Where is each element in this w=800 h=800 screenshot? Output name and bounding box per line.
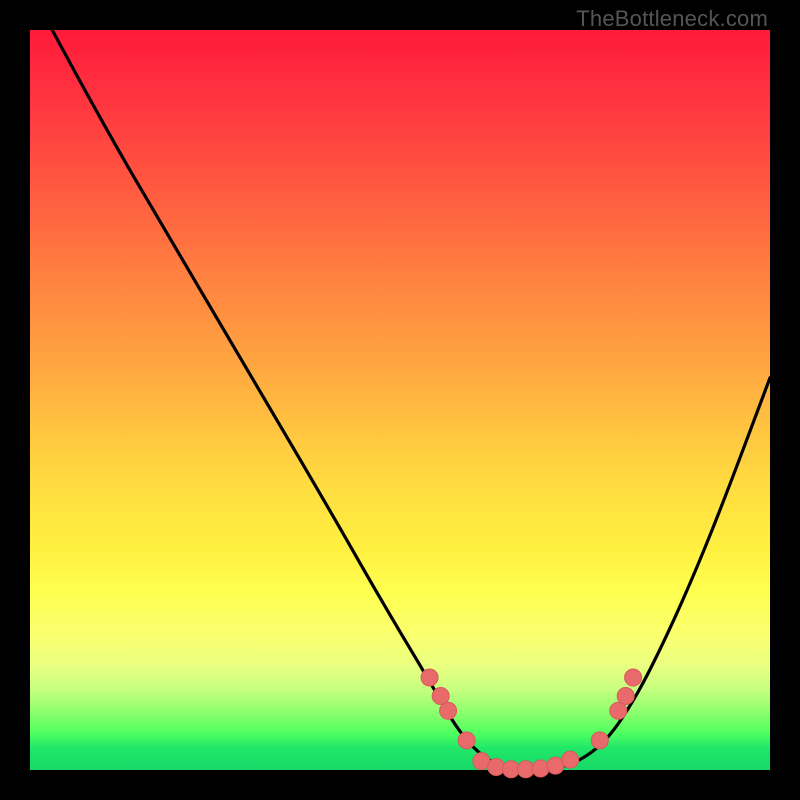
attribution-text: TheBottleneck.com: [576, 6, 768, 32]
curve-marker: [591, 732, 608, 749]
curve-marker: [488, 759, 505, 776]
chart-plot-area: [30, 30, 770, 770]
curve-marker: [421, 669, 438, 686]
bottleneck-curve-svg: [30, 30, 770, 770]
curve-marker: [458, 732, 475, 749]
curve-marker: [625, 669, 642, 686]
curve-marker: [562, 751, 579, 768]
curve-marker: [617, 688, 634, 705]
curve-marker: [440, 702, 457, 719]
bottleneck-curve-path: [52, 30, 770, 770]
curve-marker: [532, 760, 549, 777]
